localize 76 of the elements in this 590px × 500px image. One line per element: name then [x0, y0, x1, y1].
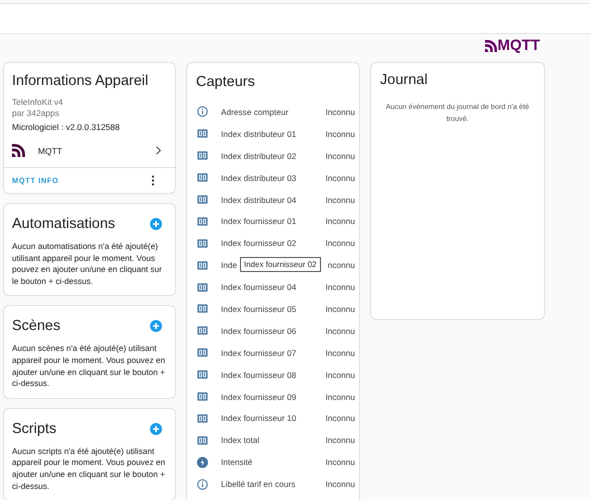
integration-row[interactable]: MQTT — [4, 132, 175, 167]
chevron-icon — [155, 146, 161, 155]
logo-text: MQTT — [498, 38, 540, 53]
sensor-name[interactable]: Index fournisseur 05 — [221, 304, 324, 314]
sensor-name[interactable]: Index distributeur 03 — [221, 172, 324, 183]
counter-icon — [197, 150, 208, 162]
flash-icon — [197, 456, 208, 468]
add-icon[interactable] — [150, 422, 162, 435]
broadcast-icon — [484, 40, 496, 52]
sensor-name[interactable]: Adresse compteur — [221, 106, 324, 117]
broadcast-icon — [12, 144, 25, 157]
card-title: Scènes — [12, 318, 60, 334]
counter-icon — [197, 325, 208, 336]
sensor-value: Inconnu — [324, 304, 355, 314]
empty-message: Aucun scripts n'a été ajouté(e) utilisant appareil pour le moment. Vous pouvez en ajouter un/une en cliquant sur le bouton + ci-dessus. — [12, 446, 166, 492]
sensor-value: Inconnu — [324, 150, 355, 161]
sensor-value: Inconnu — [324, 128, 355, 139]
counter-icon — [197, 434, 208, 446]
card-title: Scripts — [12, 420, 56, 437]
sensor-value: Inconnu — [324, 413, 355, 424]
sensor-value: Inconnu — [324, 479, 355, 490]
device-model: TeleInfoKit v4 — [11, 97, 64, 108]
sensor-value: Inconnu — [324, 282, 355, 292]
counter-icon — [197, 216, 208, 227]
sensor-name[interactable]: Index distributeur 04 — [221, 194, 324, 204]
sensor-value: Inconnu — [324, 238, 355, 248]
sensor-name[interactable]: Index fournisseur 10 — [221, 413, 324, 424]
card-title: Journal — [380, 72, 429, 88]
sensor-value: Inconnu — [324, 216, 355, 226]
sensor-value: Inconnu — [324, 457, 355, 468]
sensor-name[interactable]: Index fournisseur 04 — [221, 282, 324, 292]
sensor-value: Inconnu — [324, 326, 355, 336]
counter-icon — [197, 347, 208, 358]
card-title: Capteurs — [196, 74, 256, 90]
sensor-name[interactable]: Libellé tarif en cours — [221, 479, 324, 490]
sensor-value: Inconnu — [324, 194, 355, 204]
more-icon[interactable] — [151, 175, 155, 186]
sensor-name[interactable]: Index distributeur 02 — [221, 150, 324, 161]
counter-icon — [197, 412, 208, 424]
sensor-name[interactable]: Index distributeur 01 — [221, 128, 324, 139]
add-icon[interactable] — [150, 218, 162, 230]
counter-icon — [197, 391, 208, 402]
counter-icon — [197, 303, 208, 314]
counter-icon — [197, 172, 208, 184]
sensor-value: Inconnu — [324, 172, 355, 183]
sensor-name[interactable]: Index fournisseur 09 — [221, 392, 324, 402]
counter-icon — [197, 194, 208, 205]
firmware-version: Micrologiciel : v2.0.0.312588 — [11, 121, 121, 132]
counter-icon — [197, 260, 208, 271]
empty-message: Aucun scènes n'a été ajouté(e) utilisant appareil pour le moment. Vous pouvez en ajouter un/une en cliquant sur le bouton + ci-dessus. — [12, 343, 166, 390]
sensor-value: Inconnu — [324, 392, 355, 402]
card-title: Informations Appareil — [11, 73, 150, 91]
add-icon[interactable] — [150, 320, 162, 332]
info-icon — [197, 106, 208, 118]
tooltip: Index fournisseur 02 — [240, 257, 320, 272]
empty-message: Aucun automatisations n'a été ajouté(e) utilisant appareil pour le moment. Vous pouvez en ajouter un/une en cliquant sur le bouton + ci-dessus. — [12, 241, 163, 288]
sensor-name[interactable]: Index fournisseur 01 — [221, 216, 324, 226]
sensor-name[interactable]: Index fournisseur 06 — [221, 326, 324, 336]
sensor-name[interactable]: Index fournisseur 08 — [221, 370, 324, 380]
sensor-value: Inconnu — [324, 106, 355, 117]
sensor-name[interactable]: Index total — [221, 435, 324, 446]
counter-icon — [197, 128, 208, 140]
sensor-name[interactable]: Index fournisseur 07 — [221, 348, 324, 358]
sensor-value: Inconnu — [324, 370, 355, 380]
sensor-value: Inconnu — [324, 348, 355, 358]
sensor-value: Inconnu — [324, 435, 355, 446]
counter-icon — [197, 282, 208, 293]
card-title: Automatisations — [12, 216, 116, 232]
counter-icon — [197, 369, 208, 380]
device-manufacturer: par 342apps — [11, 108, 60, 119]
sensor-name[interactable]: Intensité — [221, 457, 324, 468]
sensor-value: nconnu — [326, 260, 355, 270]
integration-name: MQTT — [38, 146, 64, 156]
counter-icon — [197, 238, 208, 249]
info-icon — [197, 478, 208, 490]
sensor-name[interactable]: Index fournisseur 02 — [221, 238, 324, 248]
